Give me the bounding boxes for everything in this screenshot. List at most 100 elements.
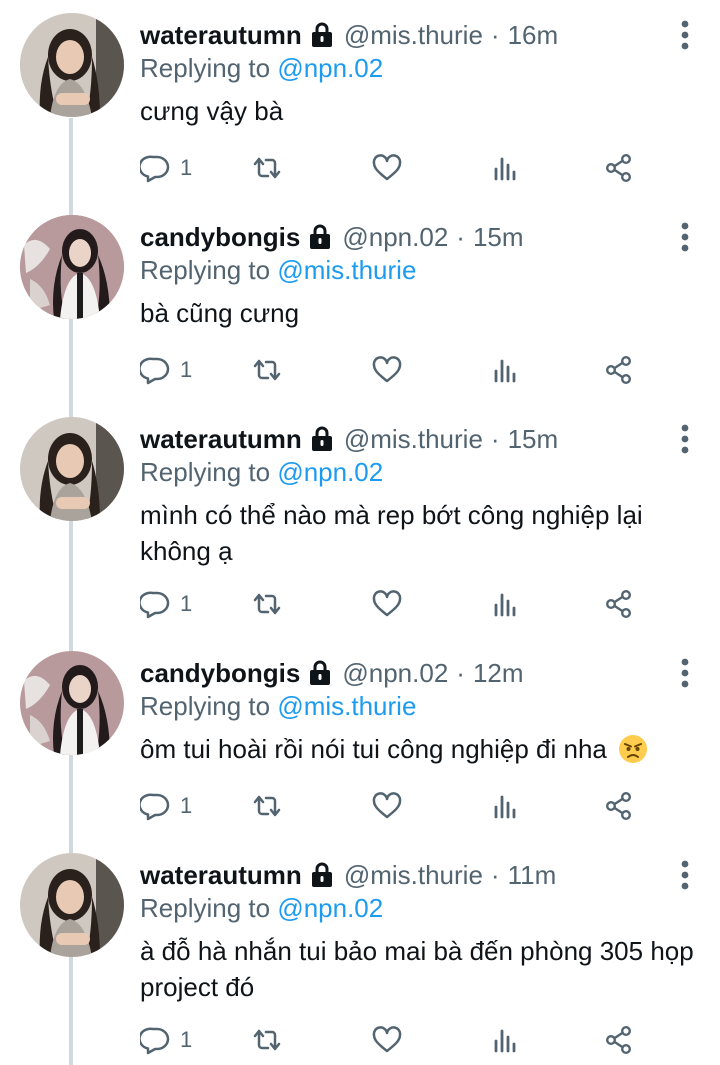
angry-face-emoji bbox=[619, 735, 648, 763]
timestamp[interactable]: 16m bbox=[508, 16, 559, 54]
reply-count: 1 bbox=[180, 155, 193, 180]
retweet-button[interactable] bbox=[252, 350, 282, 390]
reply-button[interactable]: 1 bbox=[140, 350, 192, 390]
action-bar: 1 bbox=[140, 350, 700, 390]
reply-count: 1 bbox=[180, 357, 193, 382]
display-name[interactable]: candybongis bbox=[140, 218, 300, 256]
avatar[interactable] bbox=[20, 417, 124, 521]
more-options-icon[interactable] bbox=[680, 20, 690, 50]
username-handle[interactable]: @mis.thurie bbox=[344, 856, 483, 894]
timestamp[interactable]: 12m bbox=[473, 654, 524, 692]
retweet-button[interactable] bbox=[252, 786, 282, 826]
avatar-candybongis-image bbox=[20, 651, 124, 755]
action-bar: 1 bbox=[140, 1020, 700, 1060]
like-button[interactable] bbox=[372, 148, 402, 188]
timestamp[interactable]: 11m bbox=[508, 856, 557, 894]
share-button[interactable] bbox=[604, 1020, 634, 1060]
views-icon bbox=[494, 359, 516, 383]
like-button[interactable] bbox=[372, 584, 402, 624]
retweet-icon bbox=[253, 359, 281, 381]
separator-dot: · bbox=[490, 424, 500, 454]
replying-to-line: Replying to @mis.thurie bbox=[140, 688, 416, 724]
retweet-icon bbox=[253, 795, 281, 817]
tweet-text: ôm tui hoài rồi nói tui công nghiệp đi n… bbox=[140, 734, 607, 764]
share-button[interactable] bbox=[604, 786, 634, 826]
display-name[interactable]: waterautumn bbox=[140, 420, 302, 458]
retweet-button[interactable] bbox=[252, 1020, 282, 1060]
reply-button[interactable]: 1 bbox=[140, 1020, 192, 1060]
share-button[interactable] bbox=[604, 584, 634, 624]
reply-button[interactable]: 1 bbox=[140, 786, 192, 826]
views-button[interactable] bbox=[490, 350, 520, 390]
replying-to-label: Replying to bbox=[140, 893, 271, 923]
reply-icon bbox=[140, 1027, 170, 1055]
replying-to-line: Replying to @mis.thurie bbox=[140, 252, 416, 288]
like-button[interactable] bbox=[372, 350, 402, 390]
username-handle[interactable]: @npn.02 bbox=[342, 218, 448, 256]
reply-icon bbox=[140, 155, 170, 183]
reply-icon bbox=[140, 357, 170, 385]
separator-dot: · bbox=[456, 658, 465, 688]
username-handle[interactable]: @npn.02 bbox=[342, 654, 448, 692]
share-button[interactable] bbox=[604, 350, 634, 390]
mention-link[interactable]: @npn.02 bbox=[277, 53, 383, 83]
lock-icon bbox=[310, 660, 331, 685]
reply-count: 1 bbox=[180, 1027, 193, 1052]
reply-icon bbox=[140, 591, 170, 619]
views-icon bbox=[494, 1029, 516, 1053]
display-name[interactable]: candybongis bbox=[140, 654, 300, 692]
views-icon bbox=[494, 593, 516, 617]
retweet-button[interactable] bbox=[252, 584, 282, 624]
share-button[interactable] bbox=[604, 148, 634, 188]
like-icon bbox=[372, 1026, 402, 1053]
timestamp[interactable]: 15m bbox=[508, 420, 559, 458]
avatar-waterautumn-image bbox=[20, 853, 124, 957]
share-icon bbox=[606, 154, 632, 183]
avatar[interactable] bbox=[20, 215, 124, 319]
share-icon bbox=[606, 356, 632, 385]
retweet-icon bbox=[253, 593, 281, 615]
reply-button[interactable]: 1 bbox=[140, 584, 192, 624]
more-options-icon[interactable] bbox=[680, 658, 690, 688]
tweet-text: mình có thể nào mà rep bớt công nghiệp l… bbox=[140, 500, 643, 566]
share-icon bbox=[606, 590, 632, 619]
avatar[interactable] bbox=[20, 651, 124, 755]
like-button[interactable] bbox=[372, 1020, 402, 1060]
avatar[interactable] bbox=[20, 853, 124, 957]
replying-to-line: Replying to @npn.02 bbox=[140, 454, 383, 490]
views-button[interactable] bbox=[490, 786, 520, 826]
mention-link[interactable]: @npn.02 bbox=[277, 457, 383, 487]
like-icon bbox=[372, 792, 402, 819]
views-button[interactable] bbox=[490, 1020, 520, 1060]
views-button[interactable] bbox=[490, 584, 520, 624]
separator-dot: · bbox=[490, 20, 500, 50]
display-name[interactable]: waterautumn bbox=[140, 16, 302, 54]
replying-to-line: Replying to @npn.02 bbox=[140, 50, 383, 86]
username-handle[interactable]: @mis.thurie bbox=[344, 420, 483, 458]
reply-count: 1 bbox=[180, 591, 193, 616]
mention-link[interactable]: @mis.thurie bbox=[277, 691, 416, 721]
replying-to-label: Replying to bbox=[140, 457, 271, 487]
lock-icon bbox=[311, 22, 332, 47]
lock-icon bbox=[311, 862, 332, 887]
mention-link[interactable]: @npn.02 bbox=[277, 893, 383, 923]
more-options-icon[interactable] bbox=[680, 222, 690, 252]
reply-count: 1 bbox=[180, 793, 193, 818]
action-bar: 1 bbox=[140, 786, 700, 826]
retweet-button[interactable] bbox=[252, 148, 282, 188]
views-button[interactable] bbox=[490, 148, 520, 188]
tweet-text: à đỗ hà nhắn tui bảo mai bà đến phòng 30… bbox=[140, 936, 694, 1002]
retweet-icon bbox=[253, 1029, 281, 1051]
more-options-icon[interactable] bbox=[680, 424, 690, 454]
more-options-icon[interactable] bbox=[680, 860, 690, 890]
timestamp[interactable]: 15m bbox=[473, 218, 524, 256]
like-button[interactable] bbox=[372, 786, 402, 826]
avatar[interactable] bbox=[20, 13, 124, 117]
reply-button[interactable]: 1 bbox=[140, 148, 192, 188]
replying-to-label: Replying to bbox=[140, 691, 271, 721]
mention-link[interactable]: @mis.thurie bbox=[277, 255, 416, 285]
like-icon bbox=[372, 590, 402, 617]
username-handle[interactable]: @mis.thurie bbox=[344, 16, 483, 54]
display-name[interactable]: waterautumn bbox=[140, 856, 302, 894]
lock-icon bbox=[311, 426, 332, 451]
